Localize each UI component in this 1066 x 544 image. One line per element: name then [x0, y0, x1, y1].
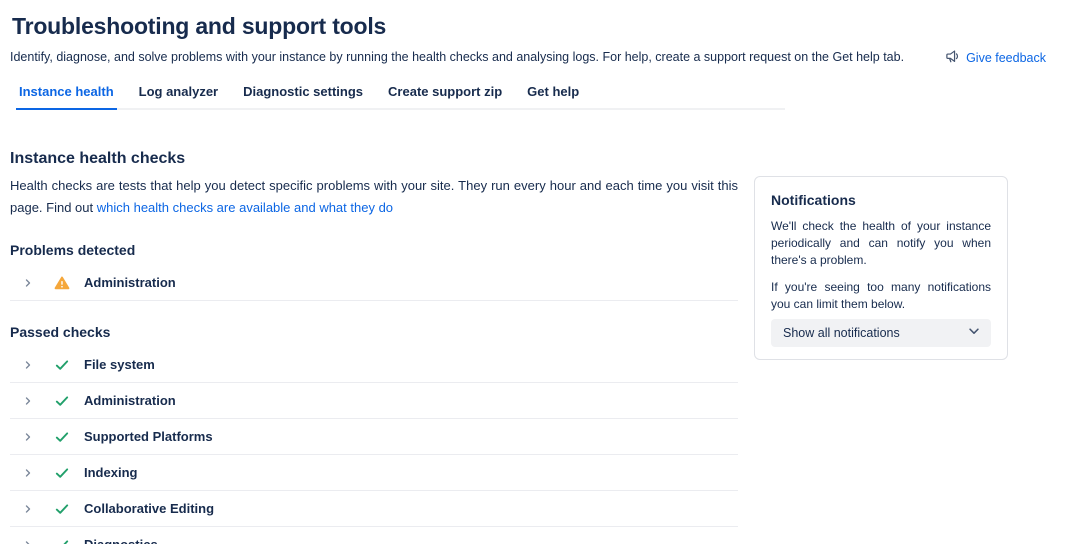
- check-row-diagnostics[interactable]: Diagnostics: [10, 527, 738, 544]
- notifications-paragraph-1: We'll check the health of your instance …: [771, 219, 991, 267]
- chevron-right-icon: [22, 467, 34, 479]
- warning-triangle-icon: [54, 275, 70, 291]
- check-row-indexing[interactable]: Indexing: [10, 455, 738, 491]
- notifications-paragraph-2: If you're seeing too many notifications …: [771, 280, 991, 311]
- passed-checks-heading: Passed checks: [10, 324, 111, 340]
- chevron-right-icon: [22, 277, 34, 289]
- chevron-right-icon: [22, 359, 34, 371]
- content-area: Instance health checks Health checks are…: [10, 132, 1046, 544]
- instance-health-heading: Instance health checks: [10, 150, 186, 167]
- tab-create-support-zip[interactable]: Create support zip: [385, 80, 505, 110]
- notifications-filter-value: Show all notifications: [783, 326, 900, 340]
- chevron-right-icon: [22, 539, 34, 544]
- chevron-right-icon: [22, 431, 34, 443]
- check-icon: [54, 357, 70, 373]
- tab-instance-health[interactable]: Instance health: [16, 80, 117, 110]
- tab-diagnostic-settings[interactable]: Diagnostic settings: [240, 80, 366, 110]
- tab-get-help[interactable]: Get help: [524, 80, 582, 110]
- check-icon: [54, 537, 70, 544]
- check-label: Administration: [84, 275, 176, 290]
- check-row-supported-platforms[interactable]: Supported Platforms: [10, 419, 738, 455]
- give-feedback-label: Give feedback: [966, 51, 1046, 65]
- page-title: Troubleshooting and support tools: [12, 13, 387, 39]
- check-row-administration[interactable]: Administration: [10, 383, 738, 419]
- check-icon: [54, 393, 70, 409]
- page-subtitle: Identify, diagnose, and solve problems w…: [10, 50, 905, 64]
- check-label: Diagnostics: [84, 537, 158, 544]
- troubleshooting-page: Troubleshooting and support tools Identi…: [0, 0, 1066, 544]
- give-feedback-link[interactable]: Give feedback: [945, 49, 1046, 67]
- check-row-file-system[interactable]: File system: [10, 347, 738, 383]
- notifications-filter-select[interactable]: Show all notifications: [771, 319, 991, 347]
- check-icon: [54, 465, 70, 481]
- megaphone-icon: [945, 49, 960, 67]
- check-label: File system: [84, 357, 155, 372]
- check-row-collaborative-editing[interactable]: Collaborative Editing: [10, 491, 738, 527]
- passed-list: File system Administration Supported Platf…: [10, 347, 738, 544]
- tab-bar: Instance health Log analyzer Diagnostic se…: [16, 80, 785, 110]
- check-label: Collaborative Editing: [84, 501, 215, 516]
- tab-log-analyzer[interactable]: Log analyzer: [136, 80, 221, 110]
- chevron-right-icon: [22, 395, 34, 407]
- check-icon: [54, 429, 70, 445]
- notifications-title: Notifications: [771, 192, 856, 208]
- problems-list: Administration: [10, 265, 738, 301]
- health-description: Health checks are tests that help you de…: [10, 175, 738, 219]
- check-row-administration[interactable]: Administration: [10, 265, 738, 301]
- check-label: Supported Platforms: [84, 429, 213, 444]
- chevron-right-icon: [22, 503, 34, 515]
- check-label: Indexing: [84, 465, 138, 480]
- check-icon: [54, 501, 70, 517]
- instance-health-section: Instance health checks Health checks are…: [10, 132, 738, 544]
- notifications-panel: Notifications We'll check the health of …: [754, 176, 1008, 360]
- health-checks-docs-link[interactable]: which health checks are available and wh…: [97, 200, 393, 215]
- problems-detected-heading: Problems detected: [10, 242, 136, 258]
- page-subheader: Identify, diagnose, and solve problems w…: [10, 49, 1046, 67]
- chevron-down-icon: [967, 324, 981, 343]
- check-label: Administration: [84, 393, 176, 408]
